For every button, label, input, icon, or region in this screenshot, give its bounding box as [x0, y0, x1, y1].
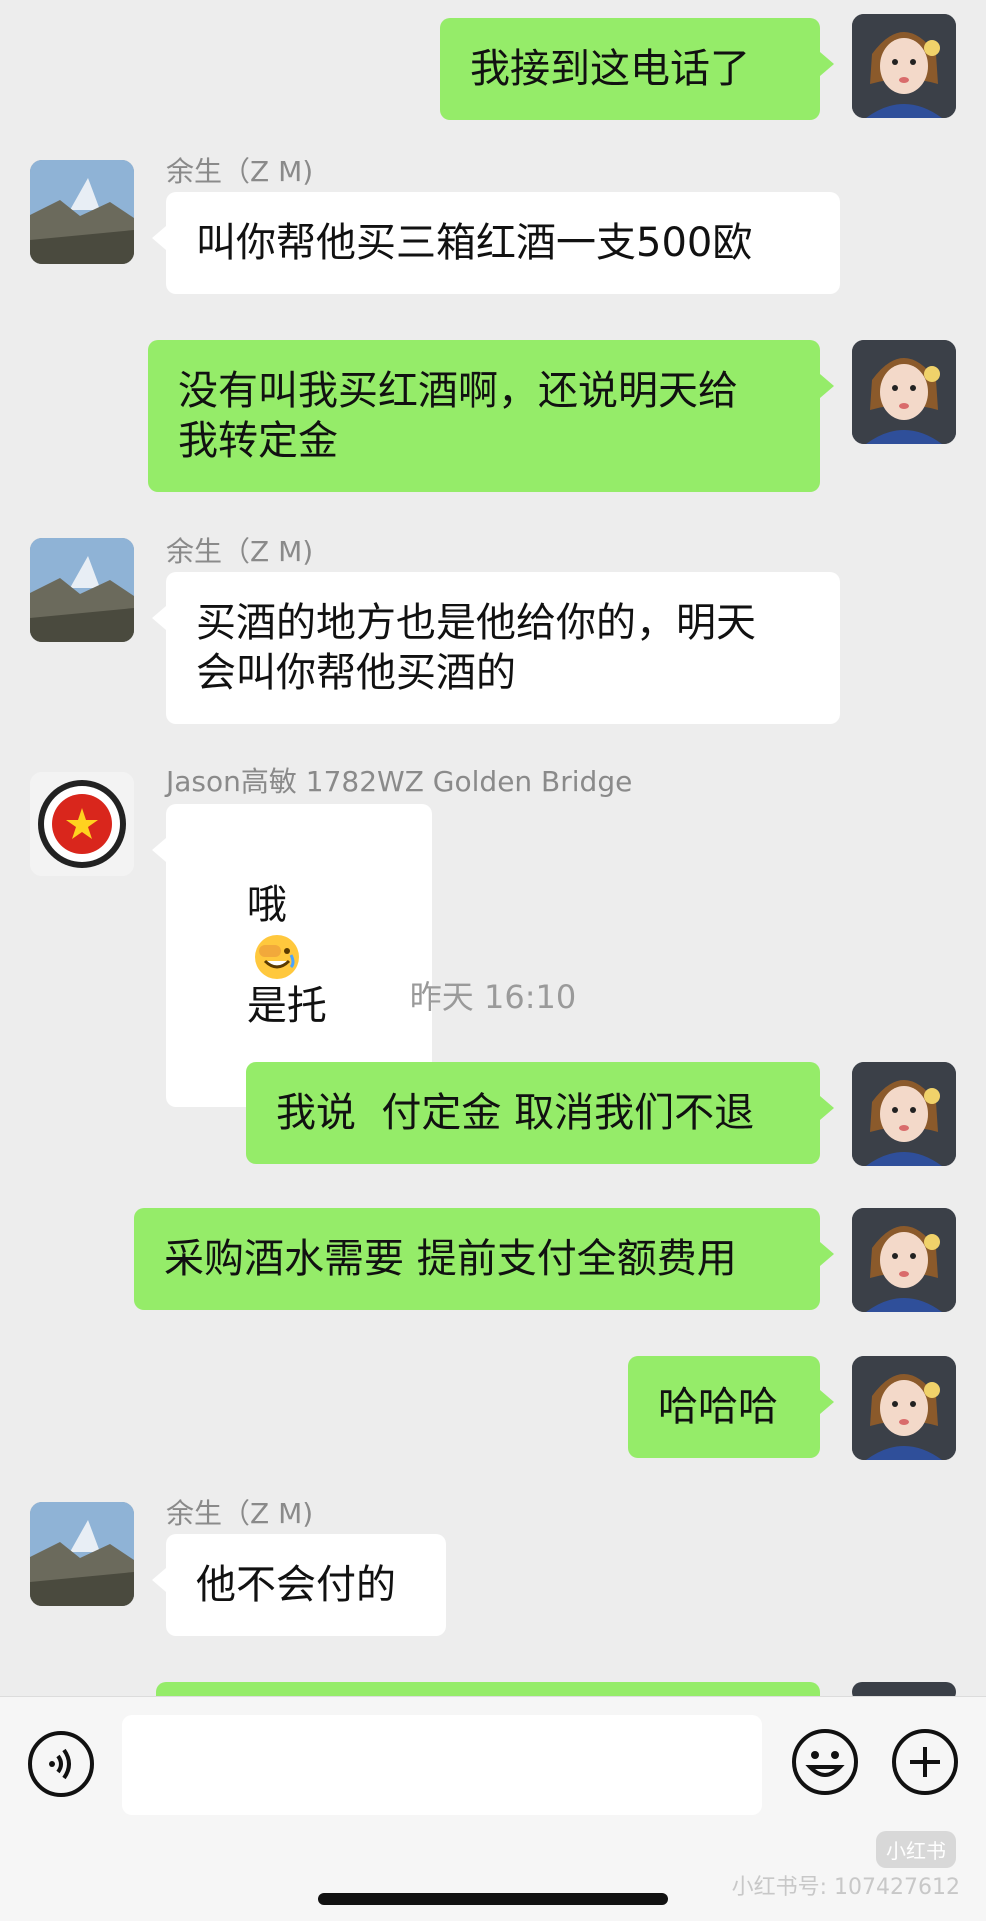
mountain-photo-icon — [30, 1502, 134, 1606]
watermark-text: 小红书号: 107427612 — [731, 1875, 960, 1900]
plus-icon[interactable] — [890, 1727, 960, 1797]
outgoing-message-partial[interactable] — [156, 1682, 820, 1696]
contact-avatar[interactable] — [30, 772, 134, 876]
made-in-china-badge-icon — [30, 772, 134, 876]
girl-portrait-icon — [852, 1208, 956, 1312]
sender-name: Jason高敏 1782WZ Golden Bridge — [166, 765, 633, 798]
girl-portrait-icon — [852, 14, 956, 118]
voice-icon[interactable] — [26, 1729, 96, 1799]
self-avatar[interactable] — [852, 1682, 956, 1696]
sender-name: 余生（Z M) — [166, 535, 314, 568]
girl-portrait-icon — [852, 1062, 956, 1166]
message-text: 哦 — [246, 882, 287, 928]
input-bar: 小红书 小红书号: 107427612 — [0, 1696, 986, 1921]
mountain-photo-icon — [30, 160, 134, 264]
self-avatar[interactable] — [852, 14, 956, 118]
contact-avatar[interactable] — [30, 538, 134, 642]
message-input[interactable] — [122, 1715, 762, 1815]
girl-portrait-icon — [852, 340, 956, 444]
sender-name: 余生（Z M) — [166, 1497, 314, 1530]
mountain-photo-icon — [30, 538, 134, 642]
self-avatar[interactable] — [852, 1356, 956, 1460]
self-avatar[interactable] — [852, 1208, 956, 1312]
smiley-icon[interactable] — [790, 1727, 860, 1797]
timestamp: 昨天 16:10 — [409, 978, 577, 1016]
contact-avatar[interactable] — [30, 160, 134, 264]
incoming-message[interactable]: 买酒的地方也是他给你的，明天 会叫你帮他买酒的 — [152, 572, 840, 724]
watermark-logo: 小红书 — [876, 1831, 956, 1868]
outgoing-message[interactable]: 没有叫我买红酒啊，还说明天给 我转定金 — [148, 340, 834, 492]
incoming-message[interactable]: 他不会付的 — [152, 1534, 446, 1636]
incoming-message[interactable]: 叫你帮他买三箱红酒一支500欧 — [152, 192, 840, 294]
chat-area[interactable]: 我接到这电话了 余生（Z M) 叫你帮他买三箱红酒一支500欧 没有叫我买红酒啊… — [0, 0, 986, 1696]
contact-avatar[interactable] — [30, 1502, 134, 1606]
outgoing-message[interactable]: 我说 付定金 取消我们不退 — [246, 1062, 834, 1164]
outgoing-message[interactable]: 哈哈哈 — [628, 1356, 834, 1458]
self-avatar[interactable] — [852, 1062, 956, 1166]
sender-name: 余生（Z M) — [166, 155, 314, 188]
girl-portrait-icon — [852, 1356, 956, 1460]
self-avatar[interactable] — [852, 340, 956, 444]
home-indicator[interactable] — [318, 1893, 668, 1905]
outgoing-message[interactable]: 采购酒水需要 提前支付全额费用 — [134, 1208, 834, 1310]
outgoing-message[interactable]: 我接到这电话了 — [440, 18, 834, 120]
